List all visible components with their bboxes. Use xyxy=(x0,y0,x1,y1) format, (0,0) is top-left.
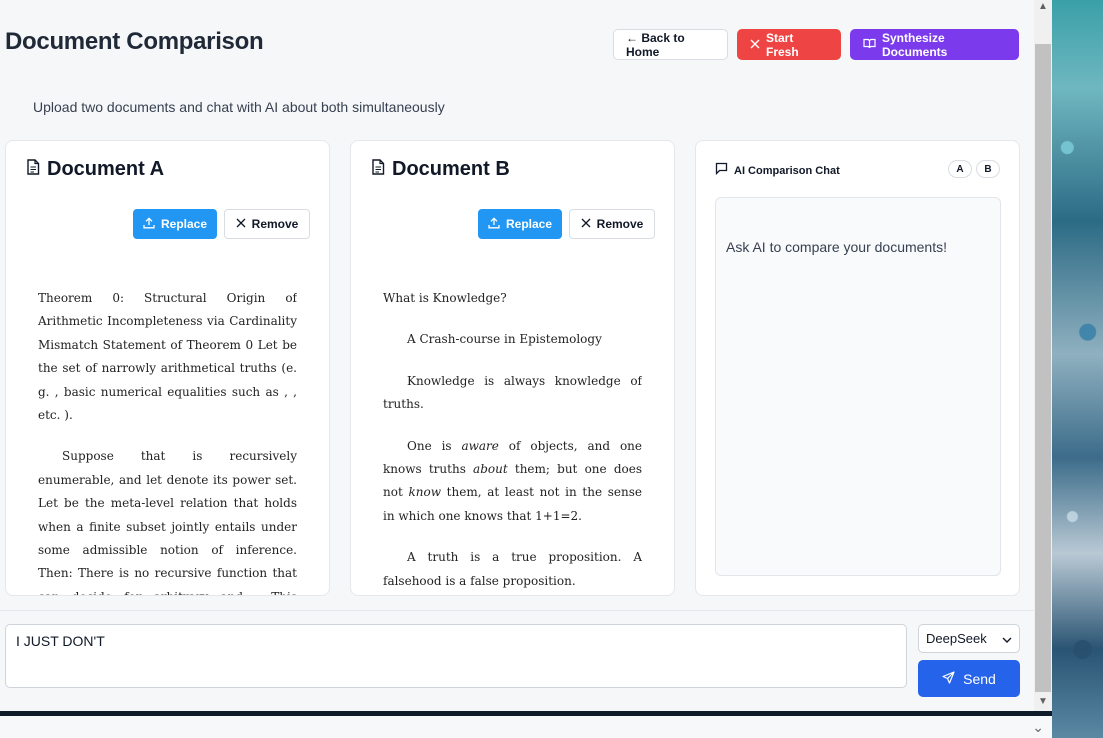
document-a-remove-label: Remove xyxy=(251,217,299,231)
document-a-header: Document A xyxy=(26,158,164,181)
send-button[interactable]: Send xyxy=(918,660,1020,697)
document-a-paragraph: Suppose that is recursively enumerable, … xyxy=(38,449,297,595)
chevron-down-icon[interactable]: ⌄ xyxy=(1032,719,1044,736)
document-a-replace-label: Replace xyxy=(160,217,208,231)
scrollbar-thumb[interactable] xyxy=(1035,44,1051,692)
page-subtitle: Upload two documents and chat with AI ab… xyxy=(33,99,445,115)
file-text-icon xyxy=(26,159,40,180)
document-b-header: Document B xyxy=(371,158,510,181)
document-b-actions: Replace Remove xyxy=(478,209,655,239)
chat-empty-state: Ask AI to compare your documents! xyxy=(726,239,947,255)
window-scrollbar[interactable]: ▲ ▼ xyxy=(1034,0,1052,711)
chevron-down-icon xyxy=(1002,631,1012,646)
document-a-replace-button[interactable]: Replace xyxy=(133,209,217,239)
back-to-home-label: ← Back to Home xyxy=(626,30,685,59)
text-run: One is xyxy=(407,438,462,453)
app-window: Document Comparison ← Back to Home Start… xyxy=(0,0,1034,711)
chat-header: AI Comparison Chat xyxy=(715,162,840,180)
emphasis-text: about xyxy=(473,462,508,477)
document-b-replace-label: Replace xyxy=(505,217,553,231)
emphasis-text: aware xyxy=(461,438,499,453)
document-a-chip: A xyxy=(948,160,972,178)
chat-message-input[interactable]: I JUST DON'T xyxy=(5,624,907,688)
document-b-remove-label: Remove xyxy=(596,217,644,231)
bottom-bar: ⌄ xyxy=(0,716,1052,738)
document-b-chip: B xyxy=(976,160,1000,178)
header-actions: ← Back to Home Start Fresh Synthesize Do… xyxy=(613,29,1019,60)
document-a-content: Theorem 0: Structural Origin of Arithmet… xyxy=(38,287,297,595)
model-select-value: DeepSeek xyxy=(926,631,987,646)
document-a-title: Document A xyxy=(47,158,165,180)
close-icon xyxy=(750,38,760,52)
divider xyxy=(0,610,1034,611)
document-chips: A B xyxy=(948,160,1000,178)
scroll-down-icon[interactable]: ▼ xyxy=(1034,695,1052,709)
send-icon xyxy=(942,670,955,687)
document-b-paragraph: A truth is a true proposition. A falseho… xyxy=(383,550,642,588)
document-a-remove-button[interactable]: Remove xyxy=(224,209,310,239)
document-b-panel: Document B Replace Remove What is Knowle… xyxy=(350,140,675,596)
synthesize-documents-label: Synthesize Documents xyxy=(882,30,948,59)
document-b-heading: What is Knowledge? xyxy=(383,291,507,305)
book-open-icon xyxy=(863,38,876,52)
page-title: Document Comparison xyxy=(5,28,264,55)
document-b-remove-button[interactable]: Remove xyxy=(569,209,655,239)
desktop-wallpaper xyxy=(1052,0,1103,738)
document-a-actions: Replace Remove xyxy=(133,209,310,239)
close-icon xyxy=(581,217,591,231)
document-b-paragraph: Knowledge is always knowledge of truths. xyxy=(383,373,642,412)
synthesize-documents-button[interactable]: Synthesize Documents xyxy=(850,29,1019,60)
message-square-icon xyxy=(715,162,728,180)
upload-icon xyxy=(143,216,155,232)
document-b-replace-button[interactable]: Replace xyxy=(478,209,562,239)
ai-chat-panel: AI Comparison Chat A B Ask AI to compare… xyxy=(695,140,1020,596)
model-select[interactable]: DeepSeek xyxy=(918,624,1020,653)
file-text-icon xyxy=(371,159,385,180)
emphasis-text: know xyxy=(408,485,441,500)
chat-messages[interactable]: Ask AI to compare your documents! xyxy=(715,197,1001,576)
document-a-paragraph: Theorem 0: Structural Origin of Arithmet… xyxy=(38,291,297,423)
document-b-content: What is Knowledge? A Crash-course in Epi… xyxy=(383,287,642,595)
scroll-up-icon[interactable]: ▲ xyxy=(1034,0,1052,14)
chat-title: AI Comparison Chat xyxy=(734,165,840,177)
document-b-paragraph: One is aware of objects, and one knows t… xyxy=(383,435,642,529)
send-label: Send xyxy=(963,670,996,687)
start-fresh-button[interactable]: Start Fresh xyxy=(737,29,841,60)
document-b-paragraph: A Crash-course in Epistemology xyxy=(407,332,602,347)
upload-icon xyxy=(488,216,500,232)
document-b-title: Document B xyxy=(392,158,510,180)
document-a-panel: Document A Replace Remove Theorem 0: Str… xyxy=(5,140,330,596)
start-fresh-label: Start Fresh xyxy=(766,30,799,59)
close-icon xyxy=(236,217,246,231)
back-to-home-button[interactable]: ← Back to Home xyxy=(613,29,728,60)
